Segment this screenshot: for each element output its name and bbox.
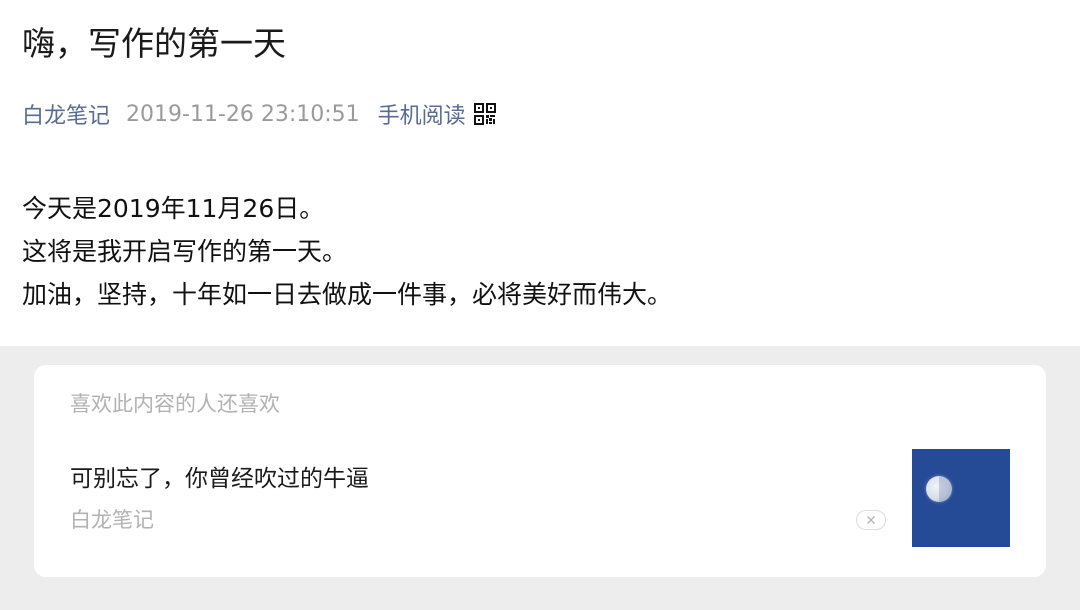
related-item-source[interactable]: 白龙笔记 [70,505,154,535]
related-card: 喜欢此内容的人还喜欢 可别忘了，你曾经吹过的牛逼 白龙笔记 [34,365,1046,577]
paragraph: 这将是我开启写作的第一天。 [22,237,348,266]
paragraph: 加油，坚持，十年如一日去做成一件事，必将美好而伟大。 [22,280,673,309]
related-section: 喜欢此内容的人还喜欢 可别忘了，你曾经吹过的牛逼 白龙笔记 [0,346,1080,610]
mobile-read-link[interactable]: 手机阅读 [378,98,466,130]
author-link[interactable]: 白龙笔记 [22,98,110,130]
related-header: 喜欢此内容的人还喜欢 [70,392,280,416]
close-icon [867,516,875,524]
article-meta: 白龙笔记 2019-11-26 23:10:51 手机阅读 [22,98,496,130]
paragraph: 今天是2019年11月26日。 [22,194,325,223]
article-title: 嗨，写作的第一天 [22,24,286,63]
publish-date: 2019-11-26 23:10:51 [126,101,360,127]
related-item-thumbnail[interactable] [912,449,1010,547]
qr-code-icon[interactable] [473,103,496,125]
related-item-title[interactable]: 可别忘了，你曾经吹过的牛逼 [70,463,369,495]
dismiss-button[interactable] [856,510,886,530]
moon-shadow [939,476,952,502]
article: 嗨，写作的第一天 白龙笔记 2019-11-26 23:10:51 手机阅读 今… [0,0,1080,346]
article-body: 今天是2019年11月26日。 这将是我开启写作的第一天。 加油，坚持，十年如一… [22,187,672,316]
